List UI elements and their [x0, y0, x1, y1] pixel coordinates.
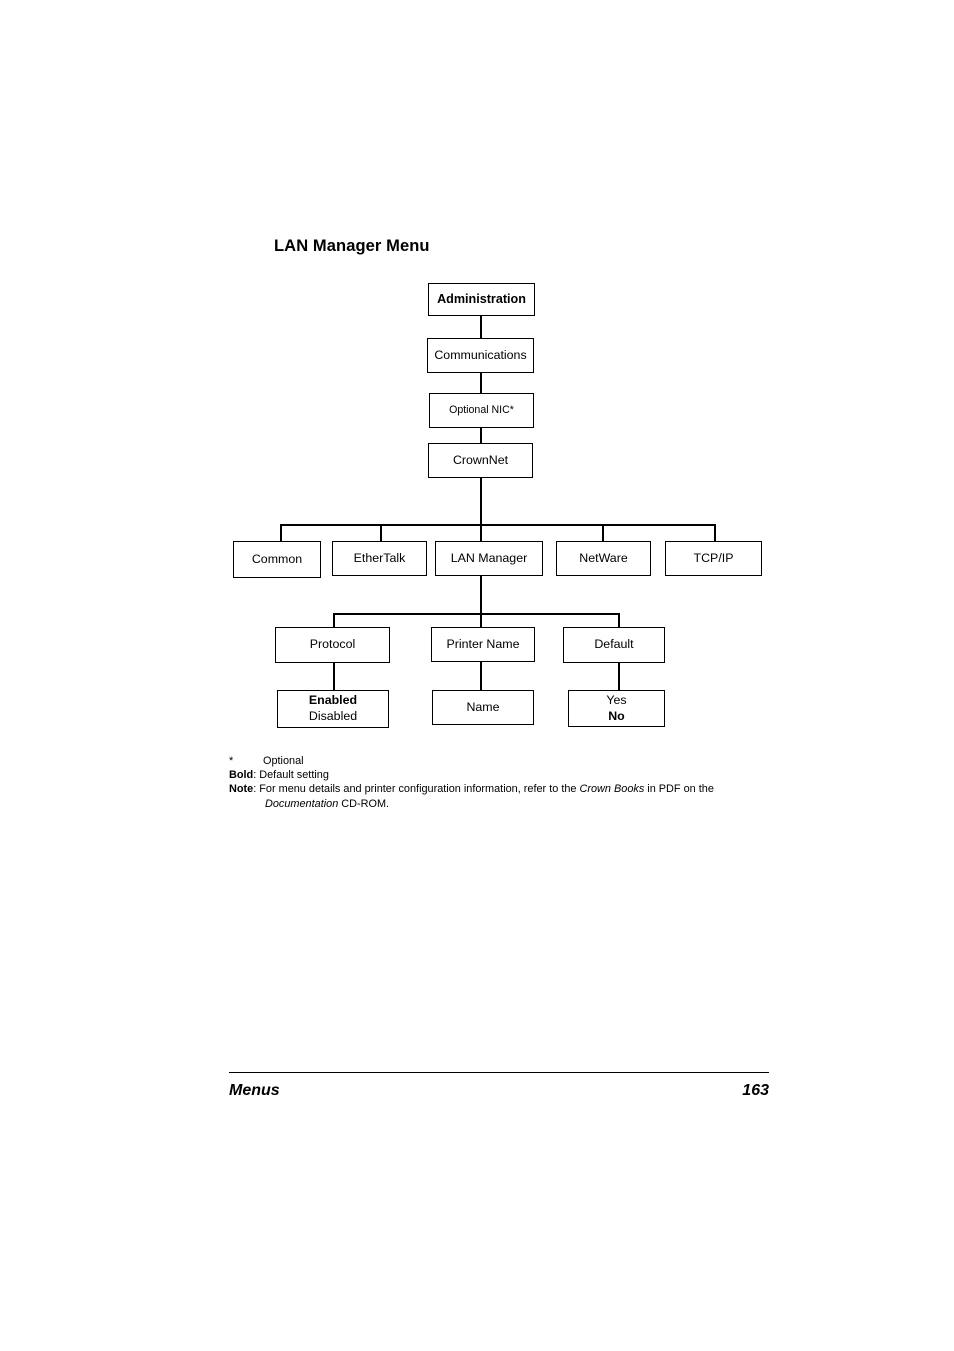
- connector-communications-to-optional-nic: [480, 372, 482, 393]
- node-protocol-value-disabled: Disabled: [308, 709, 358, 723]
- legend-note-italic-documentation: Documentation: [265, 797, 339, 810]
- node-protocol-label: Protocol: [309, 637, 356, 652]
- legend-bold-row: Bold: Default setting: [229, 768, 769, 782]
- node-common-label: Common: [251, 551, 303, 566]
- node-protocol[interactable]: Protocol: [275, 627, 390, 663]
- legend-note-italic-crown-books: Crown Books: [579, 783, 645, 796]
- connector-bus-to-common: [280, 524, 282, 542]
- legend-note-tag: Note: [229, 783, 254, 796]
- node-ethertalk-label: EtherTalk: [353, 550, 406, 565]
- node-printer-name-label: Printer Name: [446, 636, 520, 651]
- legend-bold-text: : Default setting: [253, 769, 329, 782]
- node-tcpip[interactable]: TCP/IP: [665, 541, 762, 576]
- node-ethertalk[interactable]: EtherTalk: [332, 541, 427, 576]
- connector-sub-bus-to-protocol: [333, 613, 335, 627]
- connector-optional-nic-to-crownnet: [480, 428, 482, 443]
- connector-protocol-to-values: [333, 663, 336, 691]
- connector-printer-name-to-values: [480, 662, 482, 691]
- node-optional-nic-label: Optional NIC*: [449, 403, 514, 416]
- footer-page-number: 163: [742, 1082, 769, 1099]
- legend-note-text-2: in PDF on the: [644, 783, 714, 796]
- node-printer-name[interactable]: Printer Name: [431, 627, 535, 662]
- node-administration[interactable]: Administration: [428, 283, 535, 316]
- legend-star-text: Optional: [263, 755, 304, 767]
- node-printer-name-value-name: Name: [466, 699, 500, 714]
- connector-bus-to-ethertalk: [380, 524, 382, 542]
- node-common[interactable]: Common: [233, 541, 321, 578]
- legend-bold-tag: Bold: [229, 769, 254, 782]
- connector-sub-bus-to-default: [618, 613, 621, 627]
- connector-sub-bus-to-printer-name: [480, 613, 482, 627]
- node-default-value-no: No: [608, 708, 625, 723]
- node-communications-label: Communications: [434, 347, 527, 362]
- legend: * Optional Bold: Default setting Note: Fo…: [229, 754, 769, 811]
- node-tcpip-label: TCP/IP: [693, 550, 734, 565]
- node-lan-manager[interactable]: LAN Manager: [435, 541, 543, 576]
- connector-lan-manager-to-sub-bus: [480, 576, 482, 614]
- node-default-value-yes: Yes: [606, 692, 627, 707]
- node-administration-label: Administration: [437, 292, 526, 307]
- legend-star-symbol: *: [229, 755, 234, 767]
- node-protocol-value-enabled: Enabled: [308, 693, 358, 708]
- footer-divider: [229, 1072, 769, 1074]
- connector-bus-to-tcpip: [714, 524, 717, 542]
- connector-sub-bus: [333, 613, 620, 616]
- connector-bus-to-netware: [602, 524, 604, 542]
- node-default-values[interactable]: Yes No: [568, 690, 665, 727]
- connector-branch-bus: [280, 524, 716, 527]
- node-optional-nic[interactable]: Optional NIC*: [429, 393, 534, 428]
- node-netware[interactable]: NetWare: [556, 541, 651, 576]
- node-printer-name-values[interactable]: Name: [432, 690, 534, 725]
- menu-tree-diagram: Administration Communications Optional N…: [0, 0, 954, 760]
- node-crownnet[interactable]: CrownNet: [428, 443, 533, 478]
- node-protocol-values[interactable]: Enabled Disabled: [277, 690, 389, 728]
- node-default-label: Default: [594, 637, 634, 652]
- connector-crownnet-to-branch-bus: [480, 478, 482, 524]
- node-communications[interactable]: Communications: [427, 338, 534, 373]
- legend-note-row: Note: For menu details and printer confi…: [229, 782, 769, 796]
- legend-note-row-continued: Documentation CD-ROM.: [229, 797, 769, 811]
- connector-bus-to-lan-manager: [480, 524, 482, 542]
- legend-note-text-1: : For menu details and printer configura…: [253, 783, 580, 796]
- node-lan-manager-label: LAN Manager: [450, 550, 528, 565]
- node-netware-label: NetWare: [579, 550, 628, 565]
- legend-optional-row: * Optional: [229, 754, 769, 768]
- node-default[interactable]: Default: [563, 627, 665, 663]
- connector-default-to-values: [618, 663, 621, 691]
- legend-note-text-3: CD-ROM.: [338, 797, 390, 810]
- node-crownnet-label: CrownNet: [452, 452, 509, 467]
